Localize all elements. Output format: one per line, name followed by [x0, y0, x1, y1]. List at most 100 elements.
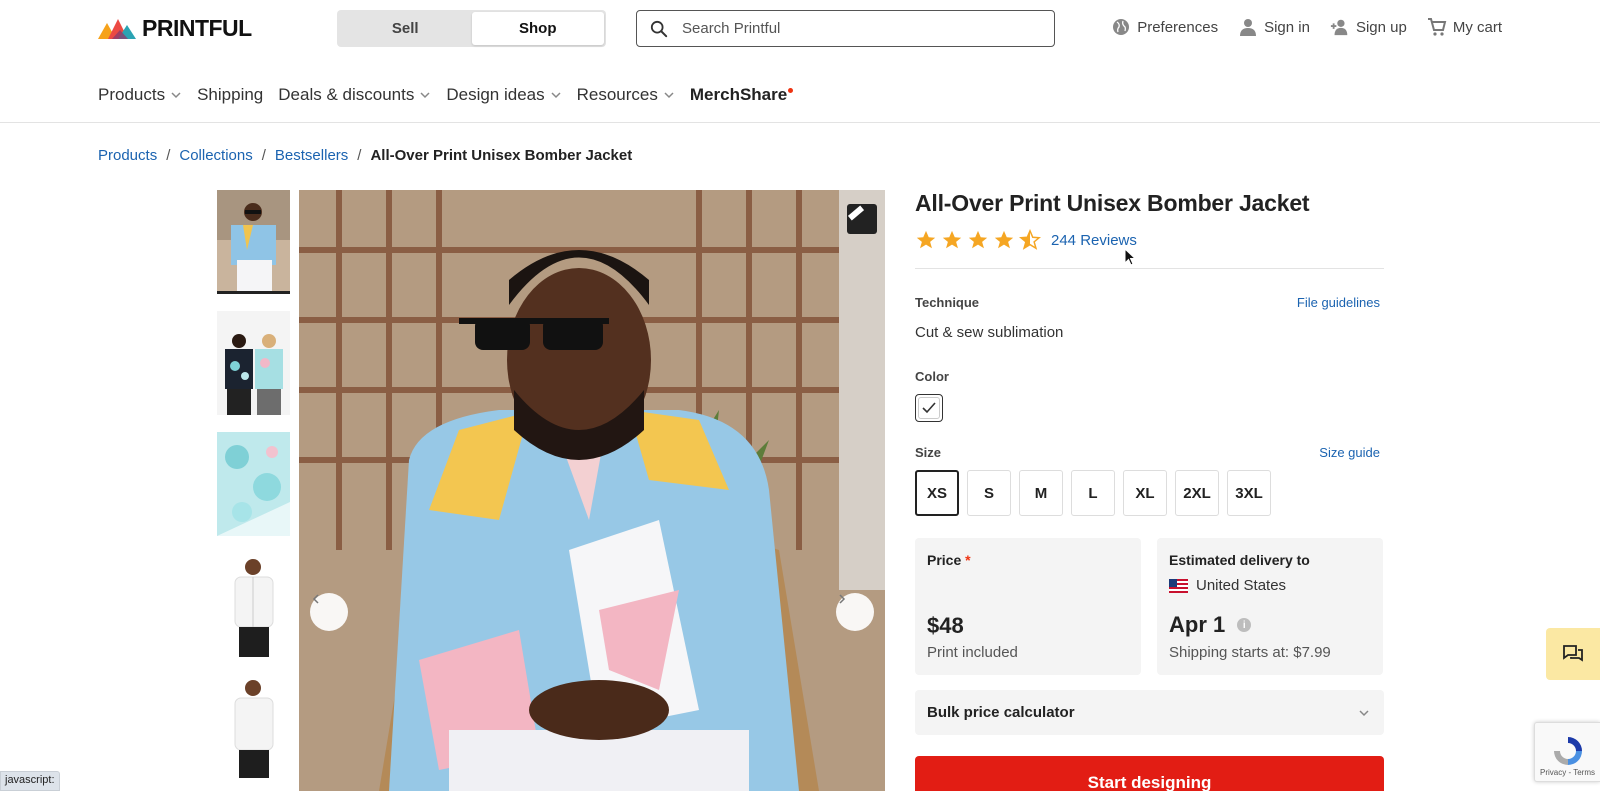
sell-shop-switch: Sell Shop	[337, 10, 606, 47]
reviews-link[interactable]: 244 Reviews	[1051, 232, 1137, 249]
breadcrumb: Products / Collections / Bestsellers / A…	[98, 147, 632, 164]
cart-label: My cart	[1452, 18, 1502, 36]
mouse-cursor-icon	[1124, 248, 1136, 266]
thumbnail-front-model[interactable]	[217, 190, 290, 294]
delivery-date-row: Apr 1 i	[1169, 612, 1252, 638]
browser-status-bar: javascript:	[0, 771, 60, 791]
search-icon	[650, 20, 668, 37]
sell-tab[interactable]: Sell	[339, 12, 472, 45]
chevron-right-icon	[839, 594, 846, 604]
star-full-icon	[968, 230, 988, 249]
chevron-down-icon	[664, 92, 674, 99]
recaptcha-icon	[1553, 737, 1582, 765]
model-photo	[299, 190, 885, 791]
breadcrumb-products[interactable]: Products	[98, 147, 157, 164]
size-option-xl[interactable]: XL	[1123, 470, 1167, 516]
thumbnail-fabric-pattern[interactable]	[217, 432, 290, 536]
star-full-icon	[916, 230, 936, 249]
thumbnail-back-two-models[interactable]	[217, 311, 290, 415]
thumbnail-image	[217, 190, 290, 294]
product-title: All-Over Print Unisex Bomber Jacket	[915, 190, 1310, 216]
shop-tab[interactable]: Shop	[471, 12, 604, 45]
size-option-3xl[interactable]: 3XL	[1227, 470, 1271, 516]
nav-shipping[interactable]: Shipping	[197, 85, 263, 105]
star-full-icon	[994, 230, 1014, 249]
size-option-xs[interactable]: XS	[915, 470, 959, 516]
size-guide-link[interactable]: Size guide	[1319, 445, 1380, 460]
chevron-down-icon	[171, 92, 181, 99]
chat-icon	[1563, 645, 1583, 662]
delivery-country[interactable]: United States	[1169, 577, 1371, 594]
main-nav: Products Shipping Deals & discounts Desi…	[98, 82, 808, 108]
previous-image-button[interactable]	[310, 593, 348, 631]
nav-deals[interactable]: Deals & discounts	[278, 85, 431, 105]
section-divider	[915, 268, 1384, 269]
printful-logo[interactable]: PRINTFUL	[98, 15, 252, 41]
star-half-icon	[1019, 229, 1041, 250]
product-hero-image	[299, 190, 885, 791]
sign-up-label: Sign up	[1355, 18, 1407, 36]
delivery-card: Estimated delivery to United States Apr …	[1157, 538, 1383, 675]
breadcrumb-bestsellers[interactable]: Bestsellers	[275, 147, 348, 164]
price-delivery-cards: Price * $48 Print included Estimated del…	[915, 538, 1384, 675]
nav-products-label: Products	[98, 85, 166, 104]
rating-row: 244 Reviews	[915, 228, 1384, 252]
size-ruler-button[interactable]	[847, 204, 877, 234]
search-input[interactable]	[682, 20, 1022, 37]
nav-design-ideas[interactable]: Design ideas	[446, 85, 561, 105]
price-note: Print included	[927, 644, 1018, 661]
product-details-panel: All-Over Print Unisex Bomber Jacket 244 …	[915, 190, 1384, 791]
cart-icon	[1427, 18, 1447, 36]
start-designing-button[interactable]: Start designing	[915, 756, 1384, 791]
nav-resources[interactable]: Resources	[577, 85, 675, 105]
swatch-fill	[918, 397, 940, 419]
preferences-label: Preferences	[1137, 18, 1219, 36]
chevron-left-icon	[312, 594, 319, 604]
info-icon[interactable]: i	[1237, 618, 1252, 632]
color-label: Color	[915, 369, 949, 384]
chevron-down-icon	[420, 92, 430, 99]
thumbnail-image	[217, 432, 290, 536]
bulk-price-calculator-label: Bulk price calculator	[927, 704, 1075, 721]
file-guidelines-link[interactable]: File guidelines	[1297, 295, 1380, 310]
thumbnail-white-jacket-front[interactable]	[217, 553, 290, 657]
breadcrumb-collections[interactable]: Collections	[179, 147, 252, 164]
chevron-down-icon	[551, 92, 561, 99]
sign-up-link[interactable]: Sign up	[1330, 17, 1407, 37]
size-option-l[interactable]: L	[1071, 470, 1115, 516]
new-indicator-dot	[788, 87, 794, 93]
preferences-link[interactable]: Preferences	[1111, 17, 1218, 37]
size-options: XS S M L XL 2XL 3XL	[915, 470, 1384, 516]
size-option-2xl[interactable]: 2XL	[1175, 470, 1219, 516]
star-rating	[915, 229, 1041, 251]
nav-design-ideas-label: Design ideas	[446, 85, 545, 104]
shipping-note: Shipping starts at: $7.99	[1169, 644, 1331, 661]
nav-products[interactable]: Products	[98, 85, 182, 105]
size-option-s[interactable]: S	[967, 470, 1011, 516]
technique-value: Cut & sew sublimation	[915, 324, 1064, 341]
required-asterisk: *	[965, 552, 971, 568]
printful-logo-icon	[98, 19, 136, 39]
nav-merchshare[interactable]: MerchShare	[690, 85, 794, 105]
price-value: $48	[927, 613, 964, 638]
color-row: Color	[915, 369, 1384, 384]
recaptcha-badge[interactable]: Privacy - Terms	[1534, 722, 1600, 782]
color-swatch-selected[interactable]	[915, 394, 943, 422]
breadcrumb-separator: /	[261, 147, 266, 164]
recaptcha-text[interactable]: Privacy - Terms	[1540, 768, 1595, 777]
thumbnail-strip	[217, 190, 290, 791]
bulk-price-calculator[interactable]: Bulk price calculator	[915, 690, 1384, 735]
cart-link[interactable]: My cart	[1427, 17, 1502, 37]
nav-divider	[0, 122, 1600, 123]
sign-in-link[interactable]: Sign in	[1238, 17, 1310, 37]
size-label: Size	[915, 445, 942, 460]
delivery-label: Estimated delivery to	[1169, 552, 1310, 568]
chat-widget-button[interactable]	[1546, 628, 1600, 680]
price-label-text: Price	[927, 552, 962, 568]
thumbnail-white-jacket-back[interactable]	[217, 674, 290, 778]
delivery-date: Apr 1	[1169, 612, 1226, 637]
us-flag-icon	[1169, 578, 1188, 593]
size-option-m[interactable]: M	[1019, 470, 1063, 516]
next-image-button[interactable]	[836, 593, 874, 631]
delivery-country-name: United States	[1196, 577, 1287, 594]
